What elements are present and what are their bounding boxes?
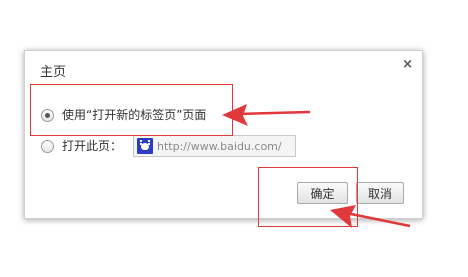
homepage-url-field[interactable]: http://www.baidu.com/ — [133, 135, 296, 157]
homepage-url-value: http://www.baidu.com/ — [157, 139, 282, 153]
close-icon[interactable]: × — [402, 57, 413, 73]
baidu-paw-icon — [137, 138, 153, 154]
option-open-this-page-label: 打开此页： — [62, 139, 123, 153]
radio-open-this-page[interactable] — [41, 139, 54, 153]
screenshot-stage: 主页 × 使用“打开新的标签页”页面 打开此页： http://www.baid… — [0, 0, 468, 277]
highlight-box-option — [30, 84, 233, 136]
cancel-button[interactable]: 取消 — [356, 182, 404, 204]
option-open-this-page[interactable]: 打开此页： — [41, 139, 122, 153]
highlight-box-ok — [258, 167, 358, 227]
dialog-title: 主页 — [40, 65, 67, 80]
